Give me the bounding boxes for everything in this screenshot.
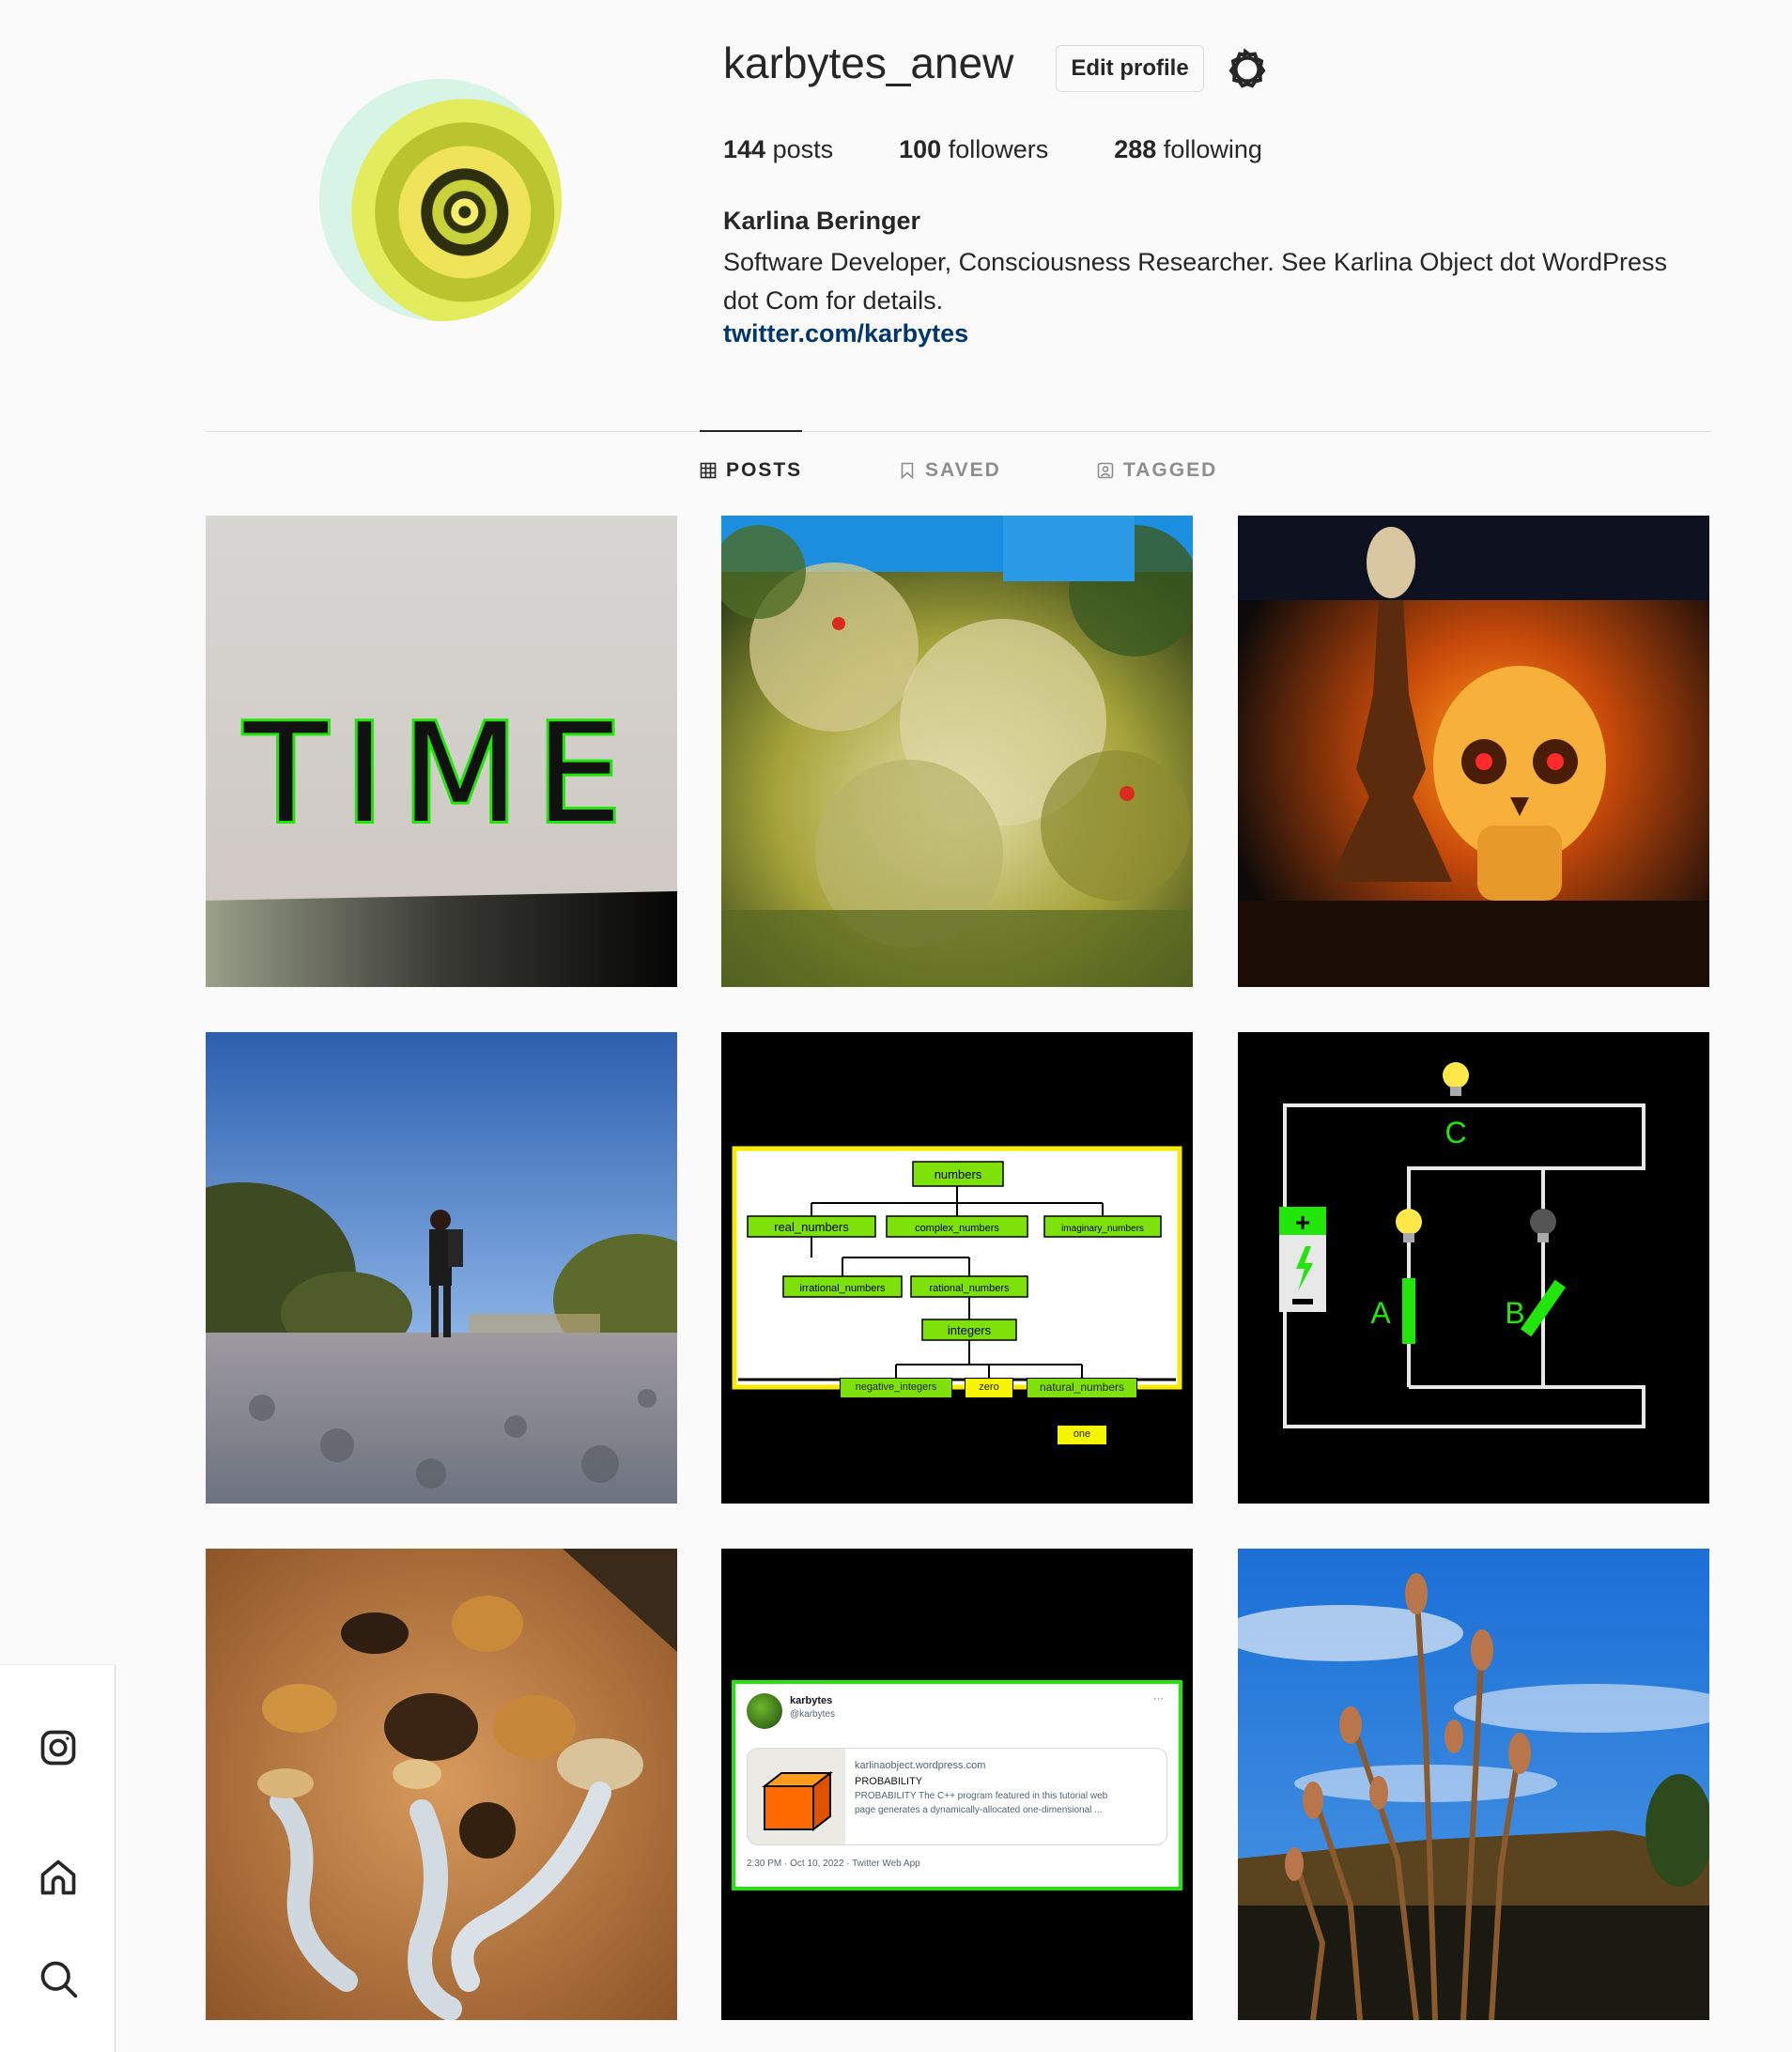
diagram-node-complex-numbers: complex_numbers	[915, 1223, 999, 1234]
post-time-text: TIME	[243, 695, 639, 854]
post-tweet-screenshot[interactable]: karbytes @karbytes ··· karlinaobject.wor…	[721, 1549, 1193, 2020]
posts-label: posts	[772, 135, 834, 163]
more-options-icon: ···	[1153, 1693, 1164, 1705]
profile-stats: 144 posts 100 followers 288 following	[723, 135, 1262, 164]
settings-gear-icon[interactable]	[1223, 47, 1268, 92]
tweet-author-name: karbytes	[790, 1695, 833, 1706]
tweet-link-card: karlinaobject.wordpress.com PROBABILITY …	[747, 1748, 1167, 1845]
edit-profile-button[interactable]: Edit profile	[1056, 45, 1204, 92]
diagram-node-integers: integers	[948, 1323, 992, 1337]
home-icon[interactable]	[38, 1857, 79, 1898]
diagram-node-irrational-numbers: irrational_numbers	[799, 1283, 886, 1294]
following-count: 288	[1114, 135, 1157, 163]
active-tab-indicator	[700, 430, 802, 432]
profile-username: karbytes_anew	[723, 39, 1014, 87]
circuit-label-b: B	[1505, 1296, 1524, 1330]
post-number-hierarchy[interactable]: numbers real_numbers complex_numbers ima…	[721, 1032, 1193, 1504]
diagram-node-one: one	[1057, 1425, 1107, 1445]
diagram-node-imaginary-numbers: imaginary_numbers	[1061, 1224, 1144, 1234]
tab-tagged-label: TAGGED	[1123, 459, 1218, 481]
link-card-thumbnail	[748, 1749, 845, 1844]
following-label: following	[1163, 135, 1262, 163]
post-flowering-shrub[interactable]	[721, 516, 1193, 987]
followers-stat[interactable]: 100 followers	[899, 135, 1048, 164]
tab-saved[interactable]: SAVED	[899, 459, 1001, 482]
diagram-node-real-numbers: real_numbers	[774, 1220, 849, 1234]
link-card-description-line-1: PROBABILITY The C++ program featured in …	[855, 1791, 1108, 1801]
post-circuit-diagram[interactable]: + C A B	[1238, 1032, 1709, 1504]
diagram-node-numbers: numbers	[935, 1167, 982, 1181]
profile-bio: Software Developer, Consciousness Resear…	[723, 248, 1667, 315]
link-card-domain: karlinaobject.wordpress.com	[855, 1760, 986, 1771]
profile-full-name: Karlina Beringer	[723, 207, 921, 235]
diagram-node-zero: zero	[965, 1378, 1013, 1398]
posts-stat[interactable]: 144 posts	[723, 135, 833, 164]
followers-label: followers	[948, 135, 1049, 163]
tabs-divider	[206, 431, 1711, 432]
tweet-card: karbytes @karbytes ··· karlinaobject.wor…	[732, 1680, 1182, 1890]
tweet-author-handle: @karbytes	[790, 1709, 835, 1720]
instagram-icon[interactable]	[38, 1727, 79, 1768]
battery-plus-icon: +	[1295, 1208, 1310, 1237]
diagram-node-rational-numbers: rational_numbers	[930, 1283, 1010, 1294]
grid-icon	[700, 462, 717, 479]
diagram-node-negative-integers: negative_integers	[840, 1378, 952, 1398]
followers-count: 100	[899, 135, 942, 163]
link-card-title: PROBABILITY	[855, 1776, 923, 1787]
circuit-label-a: A	[1370, 1296, 1391, 1330]
diagram-connector	[1081, 1398, 1083, 1425]
diagram-node-natural-numbers: natural_numbers	[1027, 1378, 1137, 1398]
tab-posts-label: POSTS	[726, 459, 803, 481]
link-card-description-line-2: page generates a dynamically-allocated o…	[855, 1805, 1103, 1815]
post-hiker-on-trail[interactable]	[206, 1032, 677, 1504]
following-stat[interactable]: 288 following	[1114, 135, 1262, 164]
left-nav-rail	[0, 1664, 116, 2052]
search-icon[interactable]	[38, 1958, 79, 1999]
tab-posts[interactable]: POSTS	[700, 459, 802, 482]
circuit-label-c: C	[1444, 1116, 1466, 1149]
post-teasels-sky[interactable]	[1238, 1549, 1709, 2020]
tweet-timestamp: 2:30 PM · Oct 10, 2022 · Twitter Web App	[747, 1859, 920, 1869]
profile-avatar[interactable]	[319, 79, 562, 321]
tag-icon	[1097, 462, 1114, 479]
posts-count: 144	[723, 135, 766, 163]
tab-tagged[interactable]: TAGGED	[1097, 459, 1217, 482]
bookmark-icon	[901, 462, 914, 479]
post-dried-mushrooms[interactable]	[206, 1549, 677, 2020]
post-time[interactable]: TIME	[206, 516, 677, 987]
profile-website-link[interactable]: twitter.com/karbytes	[723, 319, 968, 348]
tweet-avatar	[747, 1693, 782, 1729]
post-skull-lamp[interactable]	[1238, 516, 1709, 987]
tab-saved-label: SAVED	[925, 459, 1001, 481]
